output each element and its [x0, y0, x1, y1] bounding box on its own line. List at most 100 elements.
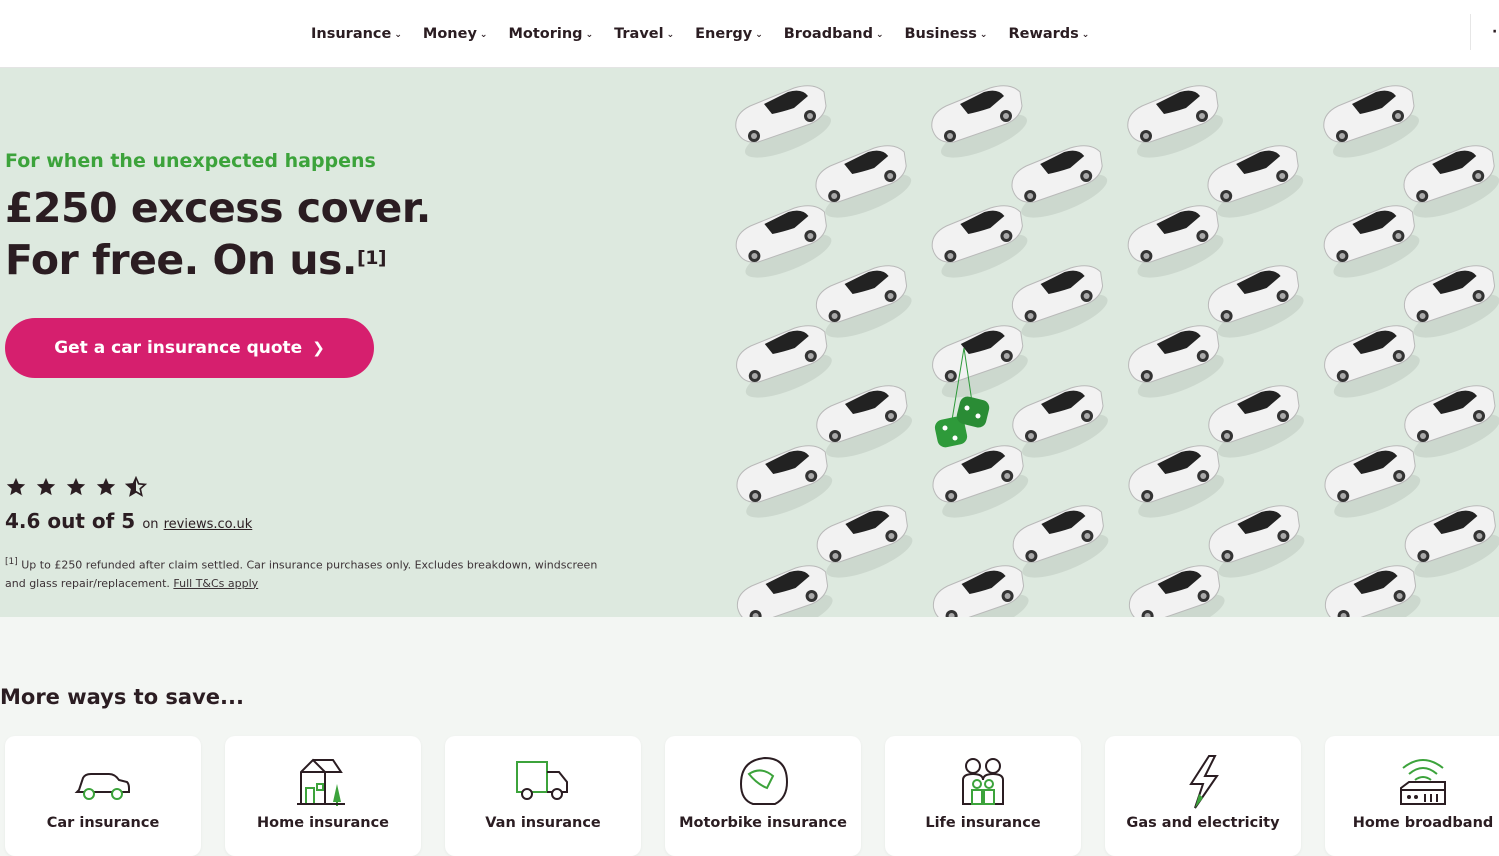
car-illustration — [735, 205, 837, 287]
card-car-insurance[interactable]: Car insurance — [5, 736, 201, 856]
car-illustration — [1012, 505, 1114, 587]
terms-link[interactable]: Full T&Cs apply — [173, 577, 258, 590]
car-illustration — [932, 565, 1034, 617]
lightning-icon — [1189, 755, 1219, 809]
get-quote-button[interactable]: Get a car insurance quote ❯ — [5, 318, 374, 378]
nav-item-label: Energy — [695, 25, 753, 42]
card-gas-and-electricity[interactable]: Gas and electricity — [1105, 736, 1301, 856]
half-star-icon — [125, 476, 147, 497]
house-icon — [297, 758, 345, 806]
card-label: Motorbike insurance — [679, 815, 847, 831]
car-illustration — [816, 505, 918, 587]
get-quote-label: Get a car insurance quote — [54, 338, 303, 358]
rating-score: 4.6 out of 5 — [5, 509, 136, 533]
car-illustration — [1208, 505, 1310, 587]
nav-item-label: Broadband — [783, 25, 873, 42]
car-illustration — [816, 385, 918, 467]
chevron-down-icon: ⌄ — [585, 29, 594, 40]
rating-on-text: on — [142, 517, 159, 532]
card-label: Gas and electricity — [1126, 815, 1280, 831]
family-icon — [962, 758, 1004, 805]
car-illustration — [1012, 385, 1114, 467]
car-illustration — [736, 445, 838, 527]
headline-line-2: For free. On us.[1] — [5, 234, 431, 286]
car-illustration — [1128, 445, 1230, 527]
car-illustration — [1128, 565, 1230, 617]
headline-line-1: £250 excess cover. — [5, 184, 431, 232]
nav-item-label: Business — [904, 25, 977, 42]
hero-banner: For when the unexpected happens £250 exc… — [0, 68, 1499, 617]
hero-headline: £250 excess cover. For free. On us.[1] — [5, 182, 431, 286]
chevron-down-icon: ⌄ — [875, 29, 884, 40]
car-grid-illustration — [735, 85, 1499, 617]
card-label: Car insurance — [46, 815, 160, 831]
nav-item-label: Travel — [614, 25, 664, 42]
disclaimer: [1] Up to £250 refunded after claim sett… — [5, 553, 615, 593]
car-illustration — [1324, 325, 1426, 407]
disclaimer-marker: [1] — [5, 557, 18, 567]
reviews-link[interactable]: reviews.co.uk — [164, 517, 253, 532]
nav-item-travel[interactable]: Travel ⌄ — [614, 26, 674, 42]
headline-line-2-text: For free. On us. — [5, 236, 358, 284]
chevron-right-icon: ❯ — [312, 339, 325, 357]
star-icon — [66, 477, 86, 496]
rating-summary: 4.6 out of 5 on reviews.co.uk — [5, 509, 252, 533]
card-home-insurance[interactable]: Home insurance — [225, 736, 421, 856]
car-illustration — [1011, 265, 1113, 347]
nav-item-rewards[interactable]: Rewards ⌄ — [1008, 26, 1089, 42]
card-label: Life insurance — [925, 815, 1041, 831]
account-icon[interactable]: · — [1492, 24, 1497, 40]
top-navigation: Insurance ⌄ Money ⌄ Motoring ⌄ Travel ⌄ Ener… — [0, 0, 1499, 68]
car-illustration — [1323, 85, 1425, 167]
car-illustration — [1208, 385, 1310, 467]
car-illustration — [1403, 265, 1499, 347]
star-icon — [6, 477, 26, 496]
car-illustration — [1404, 505, 1499, 587]
nav-item-motoring[interactable]: Motoring ⌄ — [508, 26, 593, 42]
helmet-icon — [739, 756, 789, 805]
nav-item-label: Motoring — [508, 25, 583, 42]
more-ways-title: More ways to save... — [0, 685, 244, 709]
car-illustration — [736, 565, 838, 617]
nav-item-broadband[interactable]: Broadband ⌄ — [784, 26, 884, 42]
card-label: Home insurance — [256, 815, 390, 831]
nav-item-label: Insurance — [311, 25, 392, 42]
car-illustration — [736, 325, 838, 407]
car-illustration — [735, 85, 837, 167]
chevron-down-icon: ⌄ — [666, 29, 675, 40]
router-icon — [1400, 759, 1446, 805]
card-label: Van insurance — [485, 815, 601, 831]
car-illustration — [1127, 85, 1229, 167]
nav-menu: Insurance ⌄ Money ⌄ Motoring ⌄ Travel ⌄ Ener… — [311, 0, 1110, 67]
card-motorbike-insurance[interactable]: Motorbike insurance — [665, 736, 861, 856]
car-illustration — [815, 145, 917, 227]
nav-item-energy[interactable]: Energy ⌄ — [695, 26, 763, 42]
nav-item-label: Rewards — [1008, 25, 1079, 42]
chevron-down-icon: ⌄ — [394, 29, 402, 40]
nav-item-money[interactable]: Money ⌄ — [423, 26, 488, 42]
car-illustration — [931, 85, 1033, 167]
footnote-marker[interactable]: [1] — [357, 247, 387, 269]
nav-item-business[interactable]: Business ⌄ — [905, 26, 988, 42]
star-rating — [5, 476, 147, 498]
car-illustration — [1128, 325, 1230, 407]
nav-item-label: Money — [422, 25, 477, 42]
car-illustration — [1207, 265, 1309, 347]
car-illustration — [1324, 565, 1426, 617]
card-life-insurance[interactable]: Life insurance — [885, 736, 1081, 856]
car-illustration — [932, 445, 1034, 527]
car-illustration — [1404, 385, 1499, 467]
car-illustration — [1323, 205, 1425, 287]
nav-item-insurance[interactable]: Insurance ⌄ — [311, 26, 402, 42]
card-label: Home broadband — [1352, 815, 1494, 831]
car-illustration — [932, 325, 1034, 407]
hero-eyebrow: For when the unexpected happens — [5, 150, 376, 172]
car-illustration — [931, 205, 1033, 287]
car-illustration — [1403, 145, 1499, 227]
car-illustration — [815, 265, 917, 347]
card-home-broadband[interactable]: Home broadband — [1325, 736, 1499, 856]
card-van-insurance[interactable]: Van insurance — [445, 736, 641, 856]
car-illustration — [1207, 145, 1309, 227]
disclaimer-text: Up to £250 refunded after claim settled.… — [5, 558, 598, 590]
car-icon — [74, 773, 130, 800]
